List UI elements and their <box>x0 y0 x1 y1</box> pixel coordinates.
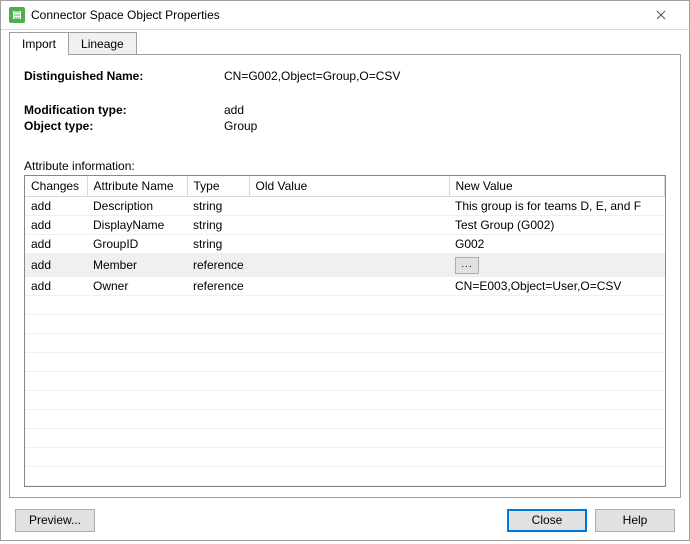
dialog-window: Connector Space Object Properties Import… <box>0 0 690 541</box>
dn-label: Distinguished Name: <box>24 69 224 83</box>
objtype-value: Group <box>224 119 257 133</box>
table-row[interactable]: addDisplayNamestringTest Group (G002) <box>25 216 665 235</box>
app-icon <box>9 7 25 23</box>
col-attribute[interactable]: Attribute Name <box>87 176 187 197</box>
objtype-label: Object type: <box>24 119 224 133</box>
dialog-footer: Preview... Close Help <box>1 501 689 544</box>
table-row <box>25 466 665 485</box>
col-new-value[interactable]: New Value <box>449 176 665 197</box>
close-icon[interactable] <box>641 1 681 29</box>
tab-lineage[interactable]: Lineage <box>68 32 137 55</box>
table-row <box>25 333 665 352</box>
import-panel: Distinguished Name: CN=G002,Object=Group… <box>9 54 681 498</box>
window-title: Connector Space Object Properties <box>31 8 641 22</box>
close-button[interactable]: Close <box>507 509 587 532</box>
table-row[interactable]: addMemberreference... <box>25 254 665 277</box>
col-changes[interactable]: Changes <box>25 176 87 197</box>
title-bar: Connector Space Object Properties <box>1 1 689 30</box>
col-type[interactable]: Type <box>187 176 249 197</box>
table-row <box>25 428 665 447</box>
modtype-value: add <box>224 103 244 117</box>
table-row <box>25 409 665 428</box>
table-row[interactable]: addGroupIDstringG002 <box>25 235 665 254</box>
preview-button[interactable]: Preview... <box>15 509 95 532</box>
tab-import[interactable]: Import <box>9 32 69 55</box>
table-row[interactable]: addOwnerreferenceCN=E003,Object=User,O=C… <box>25 276 665 295</box>
table-row[interactable]: addDescriptionstringThis group is for te… <box>25 197 665 216</box>
ellipsis-button[interactable]: ... <box>455 257 479 274</box>
attribute-info-title: Attribute information: <box>24 159 666 173</box>
dn-value: CN=G002,Object=Group,O=CSV <box>224 69 400 83</box>
help-button[interactable]: Help <box>595 509 675 532</box>
tab-strip: Import Lineage <box>1 30 689 55</box>
table-row <box>25 390 665 409</box>
table-row <box>25 352 665 371</box>
table-row <box>25 295 665 314</box>
attribute-table: Changes Attribute Name Type Old Value Ne… <box>24 175 666 487</box>
table-row <box>25 371 665 390</box>
table-header-row: Changes Attribute Name Type Old Value Ne… <box>25 176 665 197</box>
table-row <box>25 314 665 333</box>
modtype-label: Modification type: <box>24 103 224 117</box>
col-old-value[interactable]: Old Value <box>249 176 449 197</box>
table-row <box>25 447 665 466</box>
